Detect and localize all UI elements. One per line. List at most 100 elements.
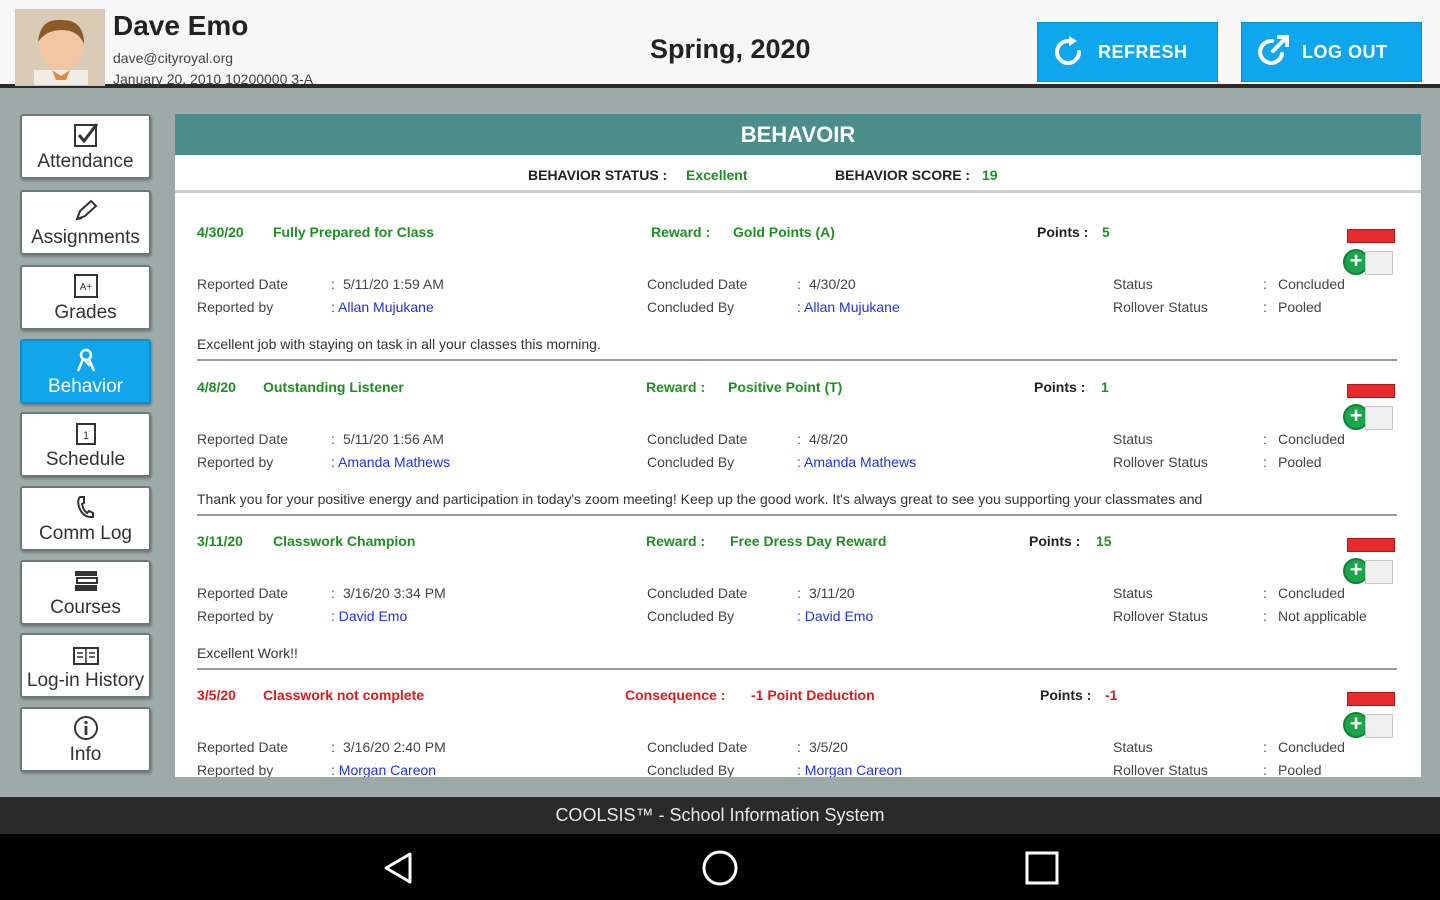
colon: : (797, 276, 801, 292)
concluded-date-label: Concluded Date (647, 276, 748, 292)
record-status: Concluded (1278, 276, 1345, 292)
reported-by-link[interactable]: : Allan Mujukane (331, 299, 434, 315)
system-nav-bar (0, 834, 1440, 900)
checkbox-icon (73, 120, 99, 148)
reward-value: Gold Points (A) (733, 224, 835, 240)
sidebar-item-attendance[interactable]: Attendance (20, 114, 151, 179)
concluded-by-link[interactable]: : Amanda Mathews (797, 454, 916, 470)
score-value: 19 (982, 167, 998, 183)
points-label: Points : (1034, 379, 1086, 395)
rollover-status: Pooled (1278, 762, 1322, 777)
delete-badge[interactable] (1347, 692, 1395, 706)
refresh-icon (1038, 32, 1098, 72)
concluded-by: Morgan Careon (804, 762, 903, 777)
calendar-icon: 1 (73, 418, 99, 446)
sidebar-item-assignments[interactable]: Assignments (20, 190, 151, 255)
svg-text:A+: A+ (79, 282, 92, 293)
behavior-record[interactable]: 4/8/20 Outstanding Listener Reward : Pos… (197, 369, 1397, 524)
calendar-icon[interactable] (1365, 560, 1393, 584)
record-title: Fully Prepared for Class (273, 224, 435, 240)
points-value: 5 (1102, 224, 1110, 240)
sidebar-item-label: Courses (50, 597, 121, 618)
user-email: dave@cityroyal.org (113, 50, 234, 66)
reported-by-link[interactable]: : David Emo (331, 608, 407, 624)
term-label: Spring, 2020 (650, 34, 811, 64)
concluded-date: 4/8/20 (809, 431, 848, 447)
back-icon[interactable] (380, 850, 416, 891)
reported-date-label: Reported Date (197, 739, 289, 755)
rollover-status-label: Rollover Status (1113, 299, 1208, 315)
reported-by-label: Reported by (197, 299, 274, 315)
sidebar-item-info[interactable]: Info (20, 707, 151, 772)
reported-by-label: Reported by (197, 762, 274, 777)
divider (197, 359, 1397, 361)
recents-icon[interactable] (1024, 850, 1060, 891)
concluded-date-label: Concluded Date (647, 585, 748, 601)
calendar-icon[interactable] (1365, 714, 1393, 738)
reward-label: Reward : (646, 533, 706, 549)
calendar-icon[interactable] (1365, 406, 1393, 430)
colon: : (331, 585, 335, 601)
sidebar-item-label: Info (69, 744, 102, 765)
svg-text:1: 1 (82, 430, 88, 442)
concluded-by-label: Concluded By (647, 454, 735, 470)
consequence-label: Consequence : (625, 687, 726, 703)
colon: : (331, 739, 335, 755)
refresh-button[interactable]: REFRESH (1037, 22, 1218, 82)
behavior-record[interactable]: 3/5/20 Classwork not complete Consequenc… (197, 677, 1397, 777)
sidebar-item-courses[interactable]: Courses (20, 560, 151, 625)
home-icon[interactable] (701, 849, 739, 892)
behavior-record[interactable]: 3/11/20 Classwork Champion Reward : Free… (197, 523, 1397, 678)
colon: : (1263, 276, 1267, 292)
sidebar-item-label: Schedule (45, 449, 126, 470)
refresh-label: REFRESH (1098, 41, 1188, 62)
reported-by-link[interactable]: : Morgan Careon (331, 762, 436, 777)
record-date: 4/8/20 (197, 379, 236, 395)
concluded-by: Allan Mujukane (804, 299, 900, 315)
concluded-date: 3/11/20 (809, 585, 855, 601)
logout-button[interactable]: LOG OUT (1241, 22, 1422, 82)
sidebar-item-login-history[interactable]: Log-in History (20, 633, 151, 698)
reported-by: Amanda Mathews (338, 454, 451, 470)
concluded-by-link[interactable]: : David Emo (797, 608, 873, 624)
logout-label: LOG OUT (1302, 41, 1388, 62)
status-label: Status (1113, 585, 1153, 601)
calendar-icon[interactable] (1365, 251, 1393, 275)
points-value: 15 (1096, 533, 1112, 549)
colon: : (331, 276, 335, 292)
rollover-status: Not applicable (1278, 608, 1367, 624)
concluded-by-link[interactable]: : Morgan Careon (797, 762, 902, 777)
reported-by-link[interactable]: : Amanda Mathews (331, 454, 450, 470)
colon: : (331, 608, 335, 624)
sidebar-item-comm-log[interactable]: Comm Log (20, 486, 151, 551)
rollover-status: Pooled (1278, 299, 1322, 315)
colon: : (797, 739, 801, 755)
concluded-by-link[interactable]: : Allan Mujukane (797, 299, 900, 315)
colon: : (1263, 585, 1267, 601)
record-comment: Excellent job with staying on task in al… (197, 336, 601, 352)
sidebar-item-grades[interactable]: A+ Grades (20, 265, 151, 330)
record-title: Outstanding Listener (263, 379, 404, 395)
reported-by: Morgan Careon (338, 762, 437, 777)
concluded-by-label: Concluded By (647, 762, 735, 777)
reported-date: 5/11/20 1:59 AM (343, 276, 444, 292)
record-title: Classwork not complete (263, 687, 425, 703)
grade-icon: A+ (73, 271, 99, 299)
record-status: Concluded (1278, 585, 1345, 601)
concluded-by-label: Concluded By (647, 299, 735, 315)
delete-badge[interactable] (1347, 538, 1395, 552)
colon: : (1263, 431, 1267, 447)
app-header: Dave Emo dave@cityroyal.org January 20, … (0, 0, 1440, 88)
sidebar-item-schedule[interactable]: 1 Schedule (20, 412, 151, 477)
sidebar-item-behavior[interactable]: Behavior (20, 339, 151, 404)
sidebar-item-label: Grades (54, 302, 117, 323)
reported-date-label: Reported Date (197, 431, 289, 447)
behavior-record[interactable]: 4/30/20 Fully Prepared for Class Reward … (197, 214, 1397, 369)
delete-badge[interactable] (1347, 384, 1395, 398)
record-status: Concluded (1278, 739, 1345, 755)
concluded-date-label: Concluded Date (647, 739, 748, 755)
points-label: Points : (1037, 224, 1089, 240)
sidebar-item-label: Attendance (37, 151, 134, 172)
log-icon (72, 639, 100, 667)
delete-badge[interactable] (1347, 229, 1395, 243)
